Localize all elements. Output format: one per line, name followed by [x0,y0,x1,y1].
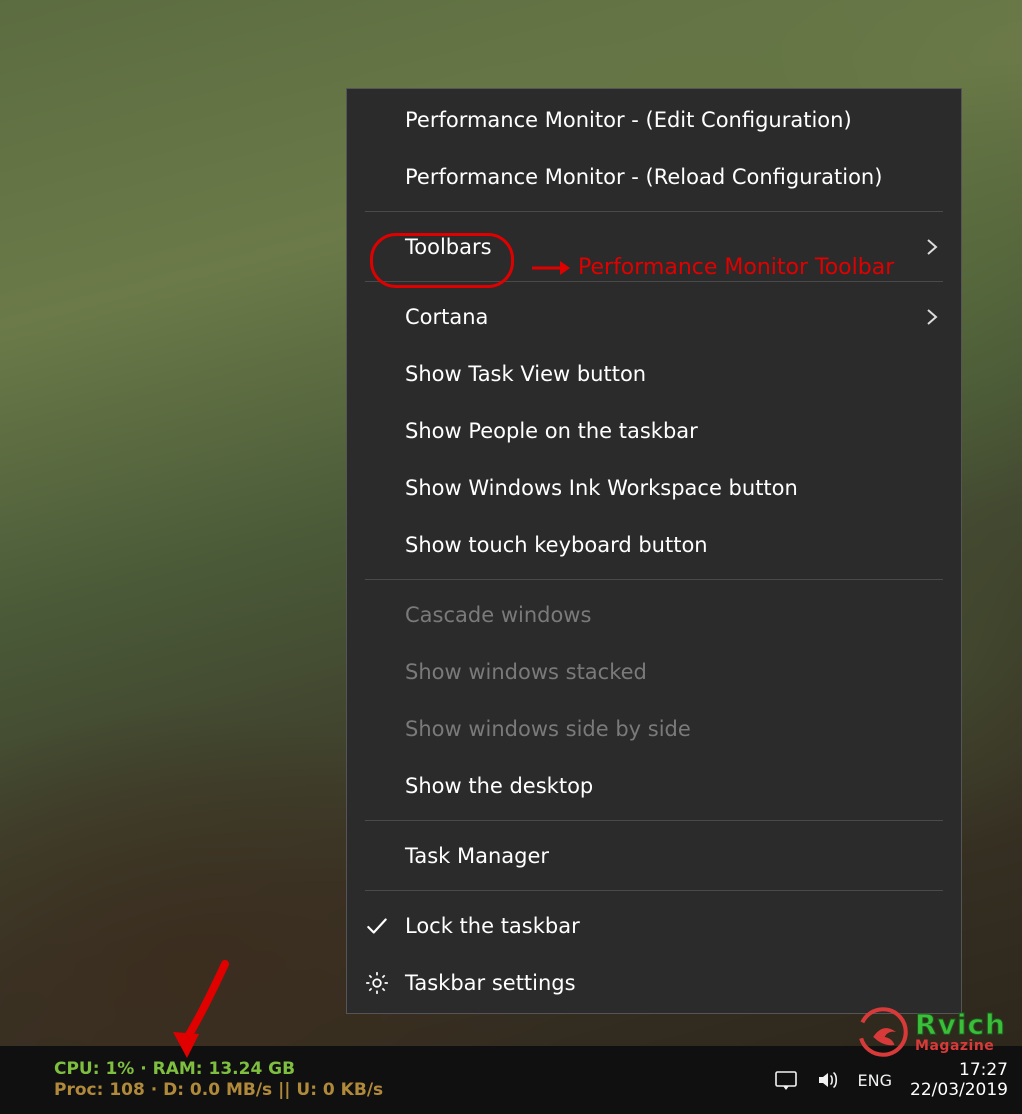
menu-item-label: Show windows stacked [405,660,647,684]
menu-separator [365,281,943,282]
perf-line-cpu-ram: CPU: 1% · RAM: 13.24 GB [54,1059,383,1080]
menu-item-label: Performance Monitor - (Reload Configurat… [405,165,882,189]
taskbar[interactable]: CPU: 1% · RAM: 13.24 GB Proc: 108 · D: 0… [0,1046,1022,1114]
menu-separator [365,890,943,891]
menu-item-label: Taskbar settings [405,971,576,995]
performance-monitor-readout[interactable]: CPU: 1% · RAM: 13.24 GB Proc: 108 · D: 0… [54,1059,383,1102]
menu-separator [365,579,943,580]
menu-item-show-windows-stacked: Show windows stacked [347,643,961,700]
action-center-icon[interactable] [774,1068,798,1092]
menu-item-cascade-windows: Cascade windows [347,586,961,643]
menu-item-label: Cascade windows [405,603,591,627]
gear-icon [363,969,391,997]
menu-item-task-manager[interactable]: Task Manager [347,827,961,884]
ime-language-icon[interactable]: ENG [858,1068,892,1092]
menu-item-taskbar-settings[interactable]: Taskbar settings [347,954,961,1011]
menu-item-label: Lock the taskbar [405,914,580,938]
menu-item-show-people-on-the-taskbar[interactable]: Show People on the taskbar [347,402,961,459]
menu-item-show-task-view-button[interactable]: Show Task View button [347,345,961,402]
clock-time: 17:27 [959,1060,1008,1080]
menu-item-label: Show Task View button [405,362,646,386]
menu-item-label: Show touch keyboard button [405,533,708,557]
menu-item-show-windows-ink-workspace-button[interactable]: Show Windows Ink Workspace button [347,459,961,516]
system-tray: ENG [774,1068,902,1092]
menu-item-label: Toolbars [405,235,492,259]
menu-item-toolbars[interactable]: Toolbars [347,218,961,275]
taskbar-context-menu: Performance Monitor - (Edit Configuratio… [346,88,962,1014]
menu-item-label: Show People on the taskbar [405,419,698,443]
menu-item-label: Task Manager [405,844,549,868]
check-icon [363,912,391,940]
menu-item-show-touch-keyboard-button[interactable]: Show touch keyboard button [347,516,961,573]
menu-item-cortana[interactable]: Cortana [347,288,961,345]
menu-item-performance-monitor-edit-configuration[interactable]: Performance Monitor - (Edit Configuratio… [347,91,961,148]
menu-item-show-windows-side-by-side: Show windows side by side [347,700,961,757]
menu-item-lock-the-taskbar[interactable]: Lock the taskbar [347,897,961,954]
volume-icon[interactable] [816,1068,840,1092]
menu-item-label: Show the desktop [405,774,593,798]
menu-item-label: Cortana [405,305,488,329]
menu-item-label: Show windows side by side [405,717,691,741]
menu-item-label: Show Windows Ink Workspace button [405,476,798,500]
chevron-right-icon [923,308,941,326]
taskbar-clock[interactable]: 17:27 22/03/2019 [902,1060,1008,1101]
menu-separator [365,820,943,821]
perf-line-proc-net: Proc: 108 · D: 0.0 MB/s || U: 0 KB/s [54,1080,383,1101]
clock-date: 22/03/2019 [910,1080,1008,1100]
menu-item-label: Performance Monitor - (Edit Configuratio… [405,108,852,132]
menu-separator [365,211,943,212]
menu-item-performance-monitor-reload-configuration[interactable]: Performance Monitor - (Reload Configurat… [347,148,961,205]
menu-item-show-the-desktop[interactable]: Show the desktop [347,757,961,814]
chevron-right-icon [923,238,941,256]
